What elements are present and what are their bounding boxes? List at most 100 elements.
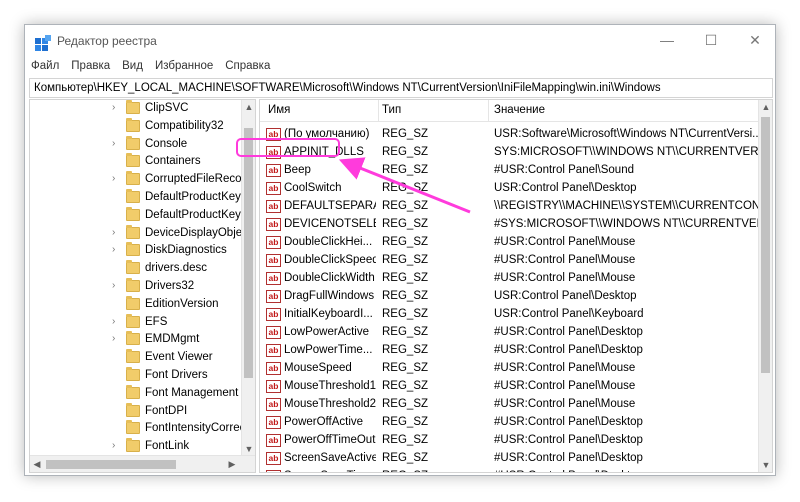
value-row[interactable]: ab APPINIT_DLLS REG_SZ SYS:MICROSOFT\\WINDO… (260, 144, 764, 162)
tree-item[interactable]: › Console (30, 135, 242, 154)
tree-item[interactable]: FontIntensityCorrec (30, 420, 245, 438)
value-data: #USR:Control Panel\Mouse (494, 362, 636, 374)
column-name-header[interactable]: Имя (268, 104, 290, 116)
menu-file[interactable]: Файл (25, 57, 65, 72)
chevron-right-icon[interactable]: › (112, 440, 124, 454)
values-vertical-thumb[interactable] (761, 117, 770, 373)
folder-icon (126, 224, 140, 239)
column-divider[interactable] (488, 100, 489, 122)
tree-horizontal-thumb[interactable] (46, 460, 176, 469)
value-row[interactable]: ab ScreenSaveActive REG_SZ #USR:Control Pan… (260, 450, 760, 468)
tree-item[interactable]: › DiskDiagnostics (30, 242, 242, 260)
tree-item[interactable]: Font Drivers (30, 367, 242, 385)
value-row[interactable]: abScreenSaveTime...REG_SZ#USR:Control Pa… (260, 468, 760, 472)
tree-item[interactable]: DefaultProductKey2 (30, 206, 247, 225)
minimize-button[interactable]: — (645, 25, 689, 55)
value-row[interactable]: ab DoubleClickHei... REG_SZ #USR:Control Pa… (260, 234, 760, 252)
tree-item[interactable]: FontDPI (30, 402, 242, 421)
folder-icon (126, 260, 140, 275)
scroll-down-icon[interactable]: ▼ (759, 458, 772, 472)
scroll-down-icon[interactable]: ▼ (242, 442, 255, 456)
tree-item-label: Font Management (145, 386, 239, 399)
tree-item[interactable]: Containers (30, 153, 242, 171)
value-data: #USR:Control Panel\Mouse (494, 272, 636, 284)
string-value-icon: ab (266, 416, 281, 429)
value-row[interactable]: ab PowerOffTimeOut REG_SZ #USR:Control Pane… (260, 432, 760, 450)
tree-item[interactable]: › EMDMgmt (30, 331, 242, 349)
value-row[interactable]: ab PowerOffActive REG_SZ #USR:Control Panel… (260, 414, 760, 432)
chevron-right-icon[interactable]: › (112, 102, 124, 116)
chevron-right-icon[interactable]: › (112, 173, 124, 187)
menu-help[interactable]: Справка (219, 57, 276, 72)
value-row[interactable]: ab MouseThreshold1 REG_SZ #USR:Control Pane… (260, 378, 760, 396)
tree-item[interactable]: Compatibility32 (30, 117, 242, 136)
chevron-right-icon[interactable]: › (112, 227, 124, 241)
scroll-up-icon[interactable]: ▲ (242, 100, 255, 114)
folder-icon (126, 135, 140, 150)
tree-item[interactable]: › Drivers32 (30, 278, 242, 296)
registry-editor-window: Редактор реестра — ☐ ✕ Файл Правка Вид И… (24, 24, 776, 476)
chevron-right-icon[interactable]: › (112, 138, 124, 152)
value-name: ScreenSaveTime... (284, 470, 376, 472)
value-row[interactable]: ab InitialKeyboardI... REG_SZ USR:Control P… (260, 306, 760, 324)
tree-item[interactable]: DefaultProductKey (30, 189, 242, 207)
chevron-right-icon[interactable]: › (112, 333, 124, 347)
value-name: DoubleClickWidth (284, 272, 375, 284)
tree-item[interactable]: › ClipSVC (30, 100, 242, 118)
scroll-up-icon[interactable]: ▲ (759, 100, 772, 114)
tree-item[interactable]: › DeviceDisplayObjec (30, 224, 248, 243)
menu-favorites[interactable]: Избранное (149, 57, 219, 72)
tree-item-label: drivers.desc (145, 262, 207, 275)
menu-view[interactable]: Вид (116, 57, 149, 72)
tree-item[interactable]: › EFS (30, 313, 242, 332)
values-list: Имя Тип Значение ab (По умолчанию) REG_SZ U… (259, 99, 773, 473)
values-vertical-scrollbar[interactable]: ▲ ▼ (758, 100, 772, 472)
value-row[interactable]: abDEVICENOTSELE... REG_SZ #SYS:MICROSOFT\\… (260, 216, 764, 234)
tree-item[interactable]: › FontLink (30, 438, 242, 456)
value-row[interactable]: ab (По умолчанию) REG_SZ USR:Software\Micro… (260, 126, 762, 144)
menu-edit[interactable]: Правка (65, 57, 116, 72)
string-value-icon: ab (266, 200, 281, 213)
tree-item[interactable]: › CorruptedFileRecov (30, 171, 247, 189)
value-row[interactable]: ab DoubleClickSpeed REG_SZ #USR:Control Pan… (260, 252, 760, 270)
scroll-left-icon[interactable]: ◀ (30, 457, 44, 471)
value-name: DEVICENOTSELE... (284, 218, 376, 230)
tree-vertical-thumb[interactable] (244, 128, 253, 378)
value-type: REG_SZ (382, 308, 429, 320)
column-data-header[interactable]: Значение (494, 104, 545, 116)
value-row[interactable]: ab LowPowerTime... REG_SZ #USR:Control Pane… (260, 342, 760, 360)
value-row[interactable]: ab MouseThreshold2 REG_SZ #USR:Control Pane… (260, 396, 760, 414)
value-name: ScreenSaveActive (284, 452, 376, 464)
value-row[interactable]: ab DoubleClickWidth REG_SZ #USR:Control Pan… (260, 270, 760, 288)
folder-icon (126, 153, 140, 168)
column-type-header[interactable]: Тип (382, 104, 401, 116)
chevron-right-icon[interactable]: › (112, 316, 124, 330)
chevron-right-icon[interactable]: › (112, 244, 124, 258)
close-button[interactable]: ✕ (733, 25, 775, 55)
value-row[interactable]: ab LowPowerActive REG_SZ #USR:Control Panel… (260, 324, 760, 342)
tree-item[interactable]: Event Viewer (30, 349, 242, 367)
value-row[interactable]: ab DragFullWindows REG_SZ USR:Control Panel… (260, 288, 760, 306)
value-row[interactable]: ab CoolSwitch REG_SZ USR:Control Panel\Desk… (260, 180, 760, 198)
column-divider[interactable] (378, 100, 379, 122)
tree-horizontal-scrollbar[interactable]: ◀ ▶ (30, 455, 255, 472)
tree-vertical-scrollbar[interactable]: ▲ ▼ (241, 100, 255, 456)
value-row[interactable]: ab MouseSpeed REG_SZ #USR:Control Panel\Mou… (260, 360, 760, 378)
string-value-icon: ab (266, 254, 281, 267)
tree-item[interactable]: drivers.desc (30, 260, 242, 278)
scroll-right-icon[interactable]: ▶ (225, 457, 239, 471)
tree-item[interactable]: EditionVersion (30, 295, 242, 314)
value-row[interactable]: ab Beep REG_SZ #USR:Control Panel\Sound (260, 162, 760, 180)
key-tree: › ClipSVC Compatibility32 › Console Container… (29, 99, 256, 473)
string-value-icon: ab (266, 236, 281, 249)
address-bar[interactable]: Компьютер\HKEY_LOCAL_MACHINE\SOFTWARE\Mi… (29, 78, 773, 98)
string-value-icon: ab (266, 380, 281, 393)
value-row[interactable]: abDEFAULTSEPARA... REG_SZ \\REGISTRY\\MACH… (260, 198, 764, 216)
tree-item[interactable]: Font Management (30, 384, 242, 403)
folder-icon (126, 295, 140, 310)
value-data: #USR:Control Panel\Desktop (494, 434, 643, 446)
value-type: REG_SZ (382, 452, 429, 464)
string-value-icon: ab (266, 290, 281, 303)
maximize-button[interactable]: ☐ (689, 25, 733, 55)
chevron-right-icon[interactable]: › (112, 280, 124, 294)
